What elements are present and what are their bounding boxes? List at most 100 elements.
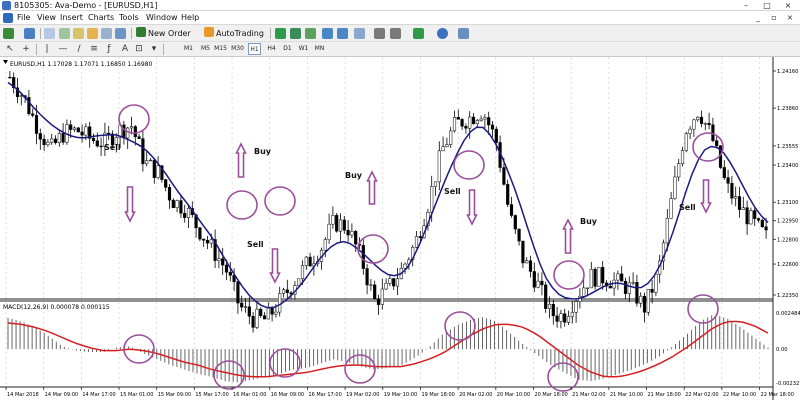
chart-header: EURUSD,H1 1.17028 1.17071 1.16850 1.1698… [10,61,152,68]
mdi-close-button[interactable]: × [784,11,796,25]
time-tick-label: 21 Mar 18:00 [647,392,680,398]
title-bar: 8105305: Ava-Demo - [EURUSD,H1] – □ × [0,0,800,11]
maximize-button[interactable]: □ [757,0,777,11]
indicators-icon[interactable] [413,28,424,39]
sell-label: Sell [444,187,461,196]
timeframe-d1[interactable]: D1 [281,43,294,55]
menu-file[interactable]: File [17,11,30,25]
timeframe-m15[interactable]: M15 [214,43,227,55]
price-tick-label: 1.23100 [777,200,798,206]
new-chart-icon[interactable] [3,28,14,39]
templates-icon[interactable] [458,28,469,39]
sell-arrow-icon [466,189,478,226]
time-tick-label: 19 Mar 10:00 [384,392,417,398]
chart-shift-icon[interactable] [374,28,385,39]
toolbar-separator [270,28,271,39]
time-tick-label: 19 Mar 18:00 [421,392,454,398]
tile-windows-icon[interactable] [354,28,365,39]
equidistant-channel-icon[interactable]: ≡ [89,44,99,54]
candle [684,131,688,153]
candlesticks-icon[interactable] [290,28,301,39]
menu-bar: File View Insert Charts Tools Window Hel… [0,11,800,25]
drawing-toolbar: ↖ + | — / ≡ ƒ A ⊡ ▾ M1 M5 M15 M30 H1 H4 … [0,42,800,57]
menu-insert[interactable]: Insert [60,11,83,25]
options-icon[interactable] [115,28,126,39]
zoom-in-icon[interactable] [322,28,333,39]
toolbar-separator [40,28,41,39]
timeframe-h4[interactable]: H4 [265,43,278,55]
vertical-line-icon[interactable]: | [42,44,52,54]
macd-tick-label: 0.00 [776,347,788,353]
new-order-button[interactable]: New Order [136,26,191,41]
text-icon[interactable]: A [120,44,130,54]
arrows-icon[interactable]: ▾ [149,44,159,54]
sell-label: Sell [247,240,264,249]
buy-label: Buy [345,171,363,180]
timeframe-w1[interactable]: W1 [297,43,310,55]
terminal-icon[interactable] [87,28,98,39]
time-tick-label: 15 Mar 09:00 [158,392,191,398]
buy-arrow-icon [235,142,247,178]
data-window-icon[interactable] [59,28,70,39]
menu-view[interactable]: View [37,11,56,25]
line-chart-icon[interactable] [305,28,316,39]
chart-window[interactable]: Sell Buy Sell Buy Sell Buy Sell 1.24160 1.23860… [0,57,800,400]
close-button[interactable]: × [778,0,798,11]
price-tick-label: 1.22800 [777,237,798,243]
minimize-button[interactable]: – [736,0,756,11]
tester-icon[interactable] [101,28,112,39]
time-tick-label: 21 Mar 02:00 [572,392,605,398]
time-tick-label: 20 Mar 18:00 [534,392,567,398]
time-tick-label: 16 Mar 09:00 [271,392,304,398]
timeframe-m5[interactable]: M5 [199,43,212,55]
market-watch-icon[interactable] [44,28,55,39]
cursor-icon[interactable]: ↖ [5,44,15,54]
timeframe-h1[interactable]: H1 [248,43,261,55]
trendline-icon[interactable]: / [74,44,84,54]
buy-arrow-icon [366,170,378,205]
menu-tools[interactable]: Tools [119,11,139,25]
mdi-restore-button[interactable]: ▫ [768,11,780,25]
zoom-out-icon[interactable] [337,28,348,39]
terminal-logo-icon [3,13,13,23]
chart-canvas[interactable]: Sell Buy Sell Buy Sell Buy Sell 1.24160 1.23860… [0,57,800,400]
time-tick-label: 14 Mar 17:00 [82,392,115,398]
timeframe-m30[interactable]: M30 [231,43,244,55]
time-tick-label: 22 Mar 10:00 [723,392,756,398]
mdi-minimize-button[interactable]: _ [752,11,764,25]
horizontal-line-icon[interactable]: — [58,44,68,54]
app-icon [2,1,11,10]
timeframe-mn[interactable]: MN [313,43,326,55]
price-tick-label: 1.23400 [777,163,798,169]
timeframe-m1[interactable]: M1 [182,43,195,55]
new-order-label: New Order [148,29,191,38]
time-tick-label: 20 Mar 10:00 [497,392,530,398]
candle [760,218,764,229]
candle [593,267,597,290]
menu-window[interactable]: Window [146,11,178,25]
periods-icon[interactable] [437,28,448,39]
toolbar-separator [131,28,132,39]
terminal-window: 8105305: Ava-Demo - [EURUSD,H1] – □ × Fi… [0,0,800,400]
sell-label: Sell [679,203,696,212]
candle [544,281,548,313]
time-tick-label: 22 Mar 02:00 [685,392,718,398]
crosshair-icon[interactable]: + [21,44,31,54]
profiles-icon[interactable] [24,28,35,39]
menu-charts[interactable]: Charts [88,11,114,25]
macd-tick-label: -0.002327 [776,381,800,387]
label-icon[interactable]: ⊡ [134,44,144,54]
time-tick-label: 14 Mar 2018 [7,392,39,398]
macd-header: MACD(12,26,9) 0.000078 0.000115 [3,304,110,311]
time-tick-label: 20 Mar 02:00 [459,392,492,398]
autotrading-label: AutoTrading [216,29,264,38]
fibonacci-icon[interactable]: ƒ [104,44,114,54]
autotrading-button[interactable]: AutoTrading [204,26,264,41]
time-tick-label: 22 Mar 18:00 [761,392,794,398]
candle [76,126,80,133]
menu-help[interactable]: Help [181,11,199,25]
sell-arrow-icon [700,179,712,214]
bar-chart-icon[interactable] [275,28,286,39]
autoscroll-icon[interactable] [390,28,401,39]
navigator-icon[interactable] [73,28,84,39]
